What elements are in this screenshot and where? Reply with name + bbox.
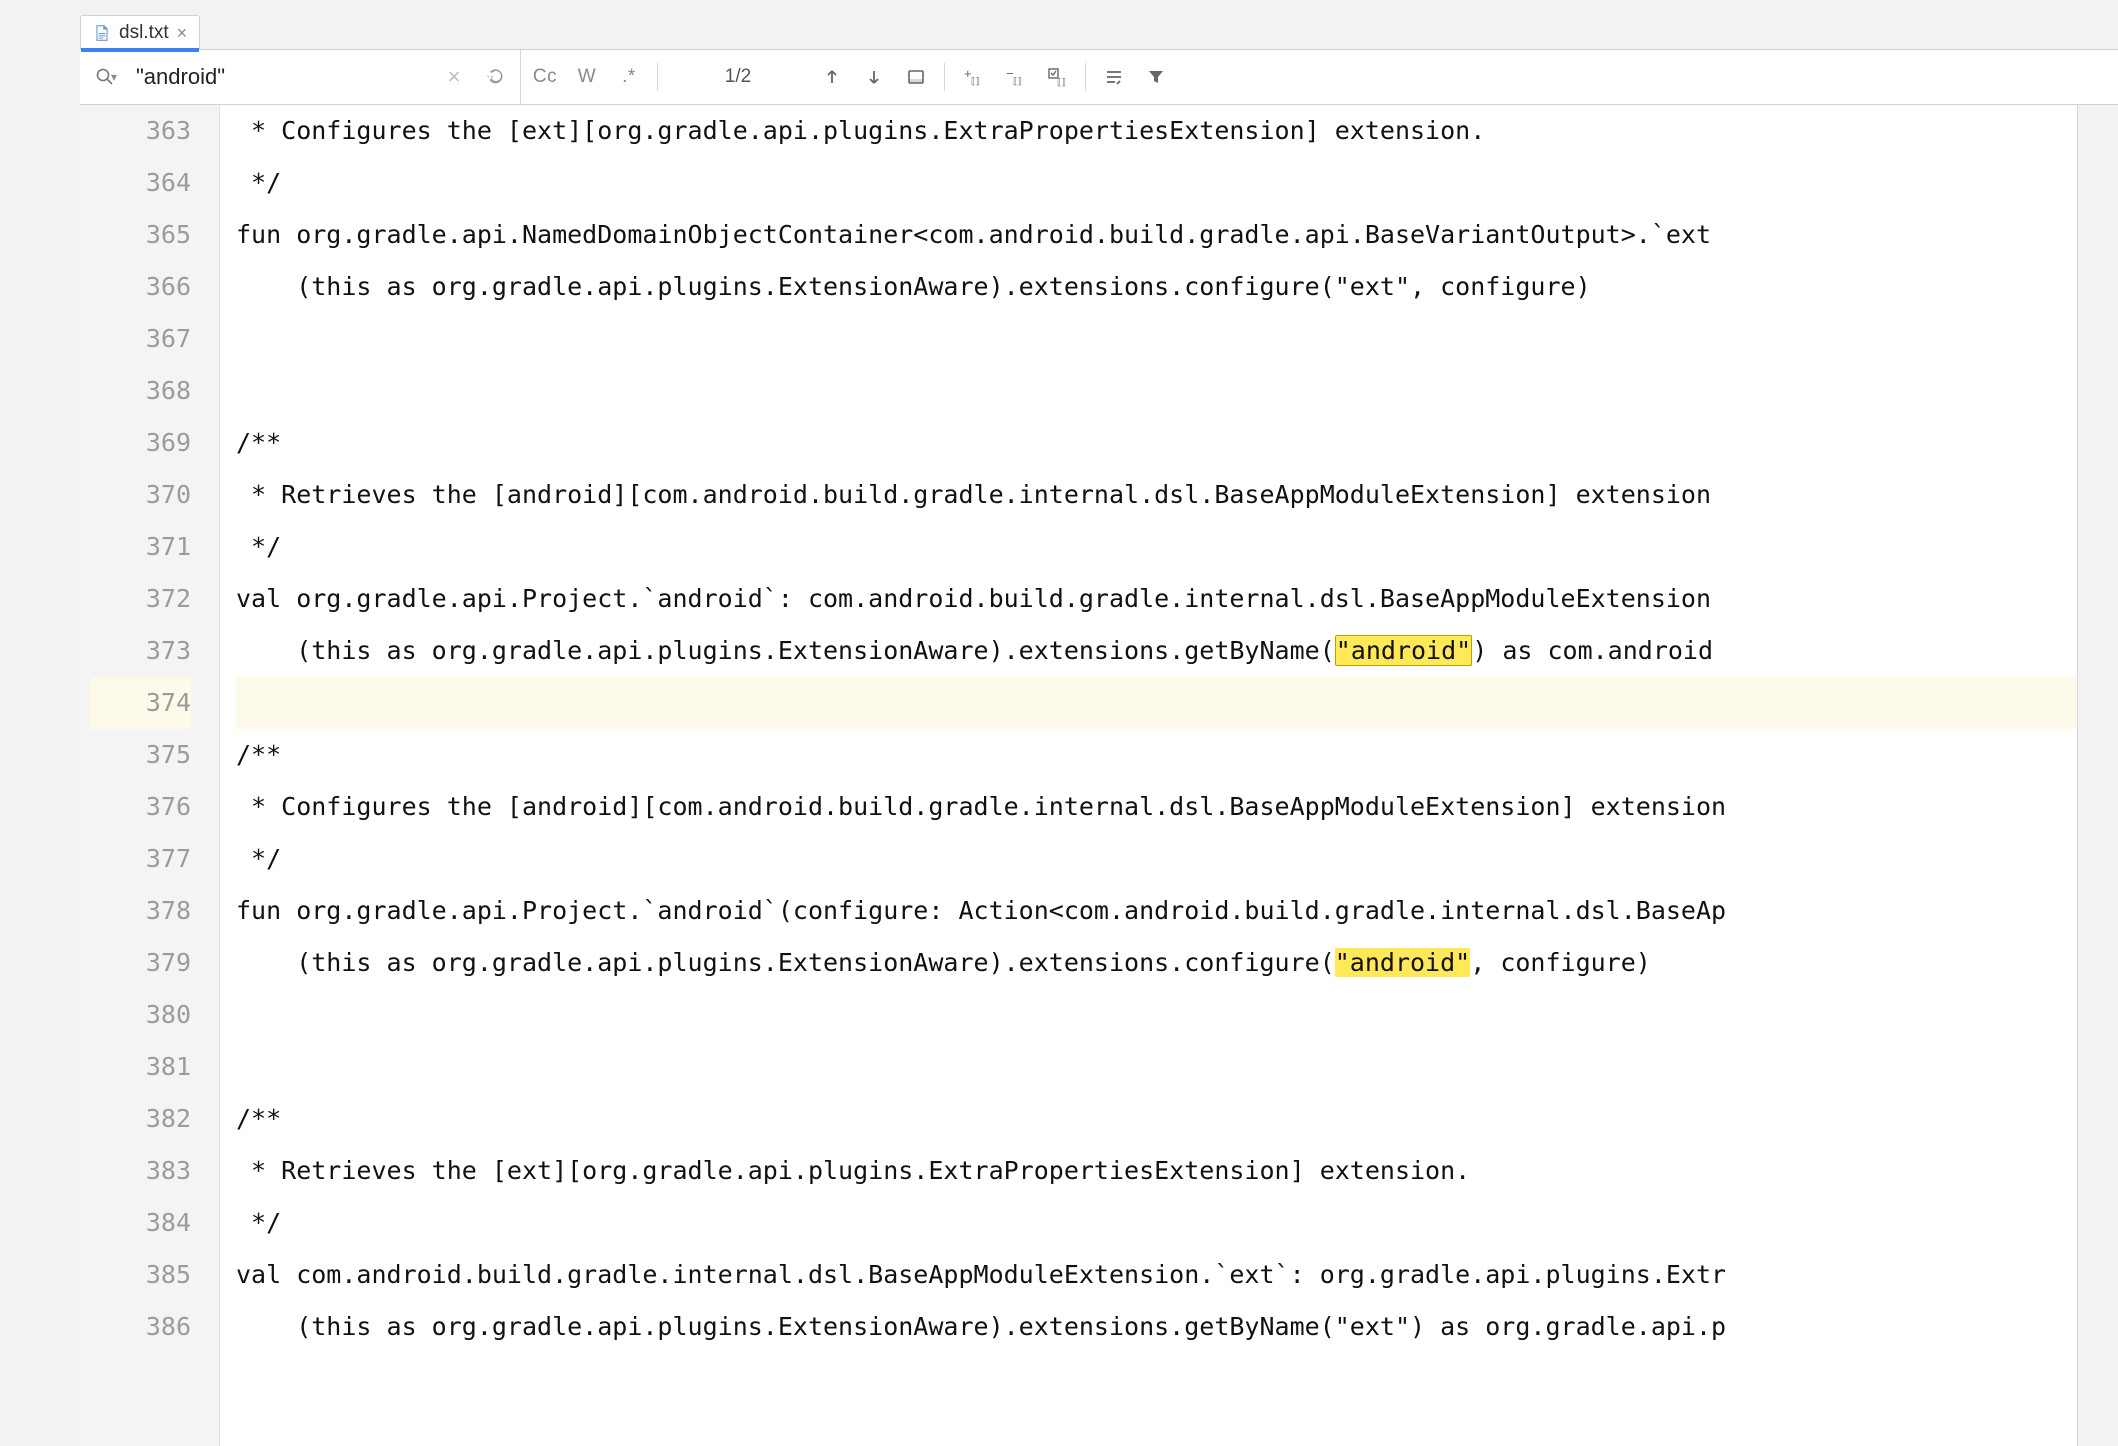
line-number: 371 bbox=[90, 521, 191, 573]
editor[interactable]: 3633643653663673683693703713723733743753… bbox=[80, 105, 2078, 1446]
line-number: 378 bbox=[90, 885, 191, 937]
whole-word-toggle[interactable]: W bbox=[569, 59, 605, 95]
prev-match-button[interactable] bbox=[814, 59, 850, 95]
line-number: 381 bbox=[90, 1041, 191, 1093]
line-number: 367 bbox=[90, 313, 191, 365]
code-line[interactable]: */ bbox=[236, 521, 2077, 573]
clear-search-icon[interactable]: × bbox=[436, 59, 472, 95]
match-count: 1/2 bbox=[668, 66, 808, 88]
line-number: 385 bbox=[90, 1249, 191, 1301]
svg-text:⟦⟧: ⟦⟧ bbox=[971, 76, 980, 86]
code-line[interactable] bbox=[236, 365, 2077, 417]
svg-text:⟦⟧: ⟦⟧ bbox=[1013, 76, 1022, 86]
code-line[interactable]: val org.gradle.api.Project.`android`: co… bbox=[236, 573, 2077, 625]
code-line[interactable]: */ bbox=[236, 1197, 2077, 1249]
code-line[interactable]: /** bbox=[236, 1093, 2077, 1145]
code-line[interactable]: * Configures the [android][com.android.b… bbox=[236, 781, 2077, 833]
code-line[interactable]: * Configures the [ext][org.gradle.api.pl… bbox=[236, 105, 2077, 157]
line-number: 376 bbox=[90, 781, 191, 833]
code-line[interactable]: */ bbox=[236, 157, 2077, 209]
open-in-window-icon[interactable] bbox=[898, 59, 934, 95]
line-number: 369 bbox=[90, 417, 191, 469]
line-number: 373 bbox=[90, 625, 191, 677]
code-line[interactable]: (this as org.gradle.api.plugins.Extensio… bbox=[236, 625, 2077, 677]
tab-bar: dsl.txt × bbox=[80, 0, 2118, 50]
search-icon: ▾ bbox=[88, 59, 124, 95]
code-line[interactable]: * Retrieves the [ext][org.gradle.api.plu… bbox=[236, 1145, 2077, 1197]
tab-filename: dsl.txt bbox=[119, 22, 169, 44]
code-line[interactable] bbox=[236, 677, 2077, 729]
code-line[interactable]: val com.android.build.gradle.internal.ds… bbox=[236, 1249, 2077, 1301]
code-line[interactable]: /** bbox=[236, 729, 2077, 781]
line-number: 380 bbox=[90, 989, 191, 1041]
code-line[interactable]: */ bbox=[236, 833, 2077, 885]
gutter: 3633643653663673683693703713723733743753… bbox=[80, 105, 220, 1446]
line-number: 363 bbox=[90, 105, 191, 157]
code-line[interactable] bbox=[236, 989, 2077, 1041]
close-icon[interactable]: × bbox=[177, 24, 188, 42]
line-number: 372 bbox=[90, 573, 191, 625]
line-number: 365 bbox=[90, 209, 191, 261]
code-line[interactable]: (this as org.gradle.api.plugins.Extensio… bbox=[236, 1301, 2077, 1353]
line-number: 386 bbox=[90, 1301, 191, 1353]
code-line[interactable]: (this as org.gradle.api.plugins.Extensio… bbox=[236, 261, 2077, 313]
line-number: 374 bbox=[90, 677, 191, 729]
code-area[interactable]: * Configures the [ext][org.gradle.api.pl… bbox=[220, 105, 2077, 1446]
code-line[interactable]: * Retrieves the [android][com.android.bu… bbox=[236, 469, 2077, 521]
line-number: 384 bbox=[90, 1197, 191, 1249]
add-selection-icon[interactable]: +⟦⟧ bbox=[955, 59, 991, 95]
search-history-icon[interactable] bbox=[478, 59, 514, 95]
line-number: 379 bbox=[90, 937, 191, 989]
remove-selection-icon[interactable]: −⟦⟧ bbox=[997, 59, 1033, 95]
next-match-button[interactable] bbox=[856, 59, 892, 95]
show-usages-icon[interactable] bbox=[1096, 59, 1132, 95]
search-wrap: ▾ × bbox=[88, 50, 521, 104]
code-line[interactable] bbox=[236, 313, 2077, 365]
code-line[interactable]: /** bbox=[236, 417, 2077, 469]
regex-toggle[interactable]: .* bbox=[611, 59, 647, 95]
select-all-icon[interactable]: ⟦⟧ bbox=[1039, 59, 1075, 95]
code-line[interactable]: fun org.gradle.api.Project.`android`(con… bbox=[236, 885, 2077, 937]
line-number: 377 bbox=[90, 833, 191, 885]
code-line[interactable]: fun org.gradle.api.NamedDomainObjectCont… bbox=[236, 209, 2077, 261]
line-number: 368 bbox=[90, 365, 191, 417]
svg-text:⟦⟧: ⟦⟧ bbox=[1057, 77, 1066, 87]
line-number: 383 bbox=[90, 1145, 191, 1197]
find-bar: ▾ × Cc W .* 1/2 +⟦⟧ −⟦⟧ ⟦⟧ bbox=[80, 50, 2118, 105]
tab-file[interactable]: dsl.txt × bbox=[80, 15, 200, 50]
match-case-toggle[interactable]: Cc bbox=[527, 59, 563, 95]
search-input[interactable] bbox=[130, 60, 430, 94]
line-number: 364 bbox=[90, 157, 191, 209]
app-root: dsl.txt × ▾ × Cc W .* 1/2 bbox=[0, 0, 2118, 1446]
line-number: 382 bbox=[90, 1093, 191, 1145]
filter-icon[interactable] bbox=[1138, 59, 1174, 95]
line-number: 370 bbox=[90, 469, 191, 521]
code-line[interactable]: (this as org.gradle.api.plugins.Extensio… bbox=[236, 937, 2077, 989]
line-number: 375 bbox=[90, 729, 191, 781]
file-icon bbox=[93, 24, 111, 42]
code-line[interactable] bbox=[236, 1041, 2077, 1093]
line-number: 366 bbox=[90, 261, 191, 313]
